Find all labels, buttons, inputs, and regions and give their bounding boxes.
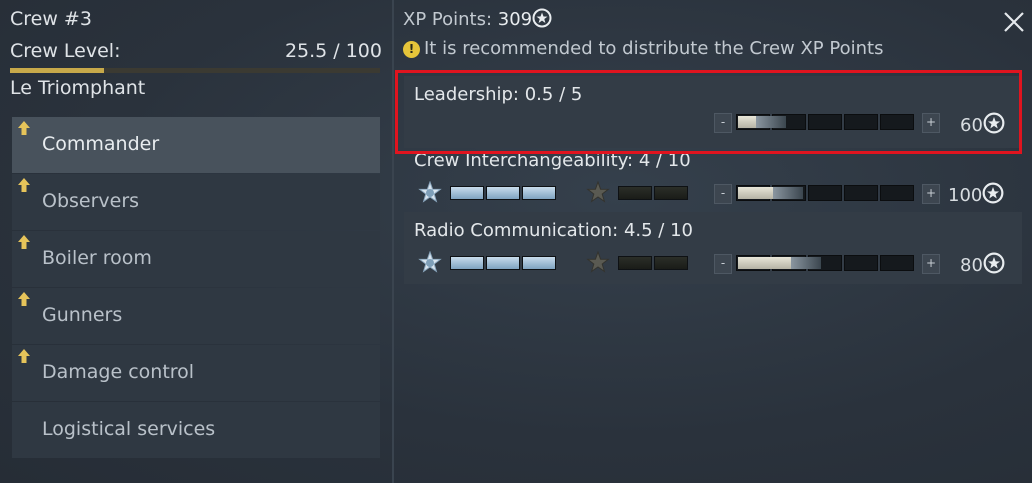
slider-segment <box>844 255 878 271</box>
menu-item-damage-control[interactable]: Damage control <box>12 345 380 401</box>
star-circle-icon <box>983 252 1005 274</box>
menu-item-observers[interactable]: Observers <box>12 174 380 230</box>
menu-item-boiler-room[interactable]: Boiler room <box>12 231 380 287</box>
slider-segment <box>880 255 914 271</box>
slider-fill <box>738 187 773 199</box>
xp-label: XP Points: <box>403 9 493 30</box>
crew-level-label: Crew Level: <box>10 40 121 62</box>
slider-fill <box>738 116 756 128</box>
locked-rank-badge-icon <box>586 251 610 273</box>
close-icon[interactable] <box>1000 8 1028 36</box>
slider-segment <box>808 114 842 130</box>
crew-level-fill <box>10 68 105 73</box>
skill-cost: 60 <box>960 112 1005 136</box>
menu-item-logistical-services[interactable]: Logistical services <box>12 402 380 458</box>
skill-slider[interactable] <box>736 255 916 271</box>
warning-icon: ! <box>403 41 420 58</box>
menu-item-label: Gunners <box>42 304 123 326</box>
rank-star-badge-icon <box>418 181 442 203</box>
skill-name: Leadership: 0.5 / 5 <box>414 84 583 105</box>
skill-row-radio-communication: Radio Communication: 4.5 / 10 - + 80 <box>404 212 1022 284</box>
slider-segment <box>844 185 878 201</box>
skill-name: Radio Communication: 4.5 / 10 <box>414 220 693 241</box>
crew-level-value: 25.5 / 100 <box>284 40 382 62</box>
slider-segment <box>880 114 914 130</box>
xp-value: 309 <box>497 9 533 30</box>
upgrade-arrow-icon <box>18 292 30 306</box>
xp-warning: ! It is recommended to distribute the Cre… <box>403 38 883 59</box>
skill-row-leadership: Leadership: 0.5 / 5 - + 60 <box>404 76 1022 148</box>
skill-slider[interactable] <box>736 114 916 130</box>
upgrade-arrow-icon <box>18 178 30 192</box>
crew-level-bar <box>10 68 380 73</box>
menu-item-label: Boiler room <box>42 247 152 269</box>
star-circle-icon <box>982 182 1004 204</box>
slider-fill <box>738 257 791 269</box>
star-circle-icon <box>983 112 1005 134</box>
decrease-button[interactable]: - <box>714 254 732 274</box>
skill-cost: 100 <box>948 182 1004 206</box>
increase-button[interactable]: + <box>922 254 940 274</box>
menu-item-commander[interactable]: Commander <box>12 117 380 173</box>
decrease-button[interactable]: - <box>714 184 732 204</box>
slider-segment <box>844 114 878 130</box>
slider-pending-segment <box>756 116 786 128</box>
locked-rank-bar <box>618 186 690 200</box>
crew-panel: Crew #3 Crew Level: 25.5 / 100 Le Triomp… <box>0 0 392 483</box>
skill-cost-value: 60 <box>960 115 983 136</box>
slider-segment <box>808 185 842 201</box>
crew-section-menu: Commander Observers Boiler room Gunners … <box>12 117 380 459</box>
rank-star-badge-icon <box>418 251 442 273</box>
skill-cost: 80 <box>960 252 1005 276</box>
menu-item-label: Commander <box>42 133 160 155</box>
upgrade-arrow-icon <box>18 349 30 363</box>
upgrade-arrow-icon <box>18 235 30 249</box>
locked-rank-badge-icon <box>586 181 610 203</box>
skill-slider[interactable] <box>736 185 916 201</box>
menu-item-label: Logistical services <box>42 418 216 440</box>
skill-name: Crew Interchangeability: 4 / 10 <box>414 150 691 171</box>
xp-points: XP Points: 309 <box>403 8 552 30</box>
crew-title: Crew #3 <box>10 8 92 30</box>
menu-item-label: Damage control <box>42 361 195 383</box>
locked-rank-bar <box>618 256 690 270</box>
increase-button[interactable]: + <box>922 184 940 204</box>
menu-item-label: Observers <box>42 190 140 212</box>
ship-name: Le Triomphant <box>10 77 146 99</box>
skill-cost-value: 80 <box>960 255 983 276</box>
star-circle-icon <box>532 8 552 28</box>
slider-pending-segment <box>791 257 821 269</box>
skill-row-crew-interchangeability: Crew Interchangeability: 4 / 10 - + 100 <box>404 146 1022 210</box>
slider-pending-segment <box>773 187 803 199</box>
increase-button[interactable]: + <box>922 113 940 133</box>
menu-item-gunners[interactable]: Gunners <box>12 288 380 344</box>
rank-progress-bar <box>450 256 558 270</box>
rank-progress-bar <box>450 186 558 200</box>
slider-segment <box>880 185 914 201</box>
upgrade-arrow-icon <box>18 121 30 135</box>
decrease-button[interactable]: - <box>714 113 732 133</box>
panel-divider <box>392 0 394 483</box>
warning-text: It is recommended to distribute the Crew… <box>424 38 884 59</box>
skill-cost-value: 100 <box>948 185 983 206</box>
